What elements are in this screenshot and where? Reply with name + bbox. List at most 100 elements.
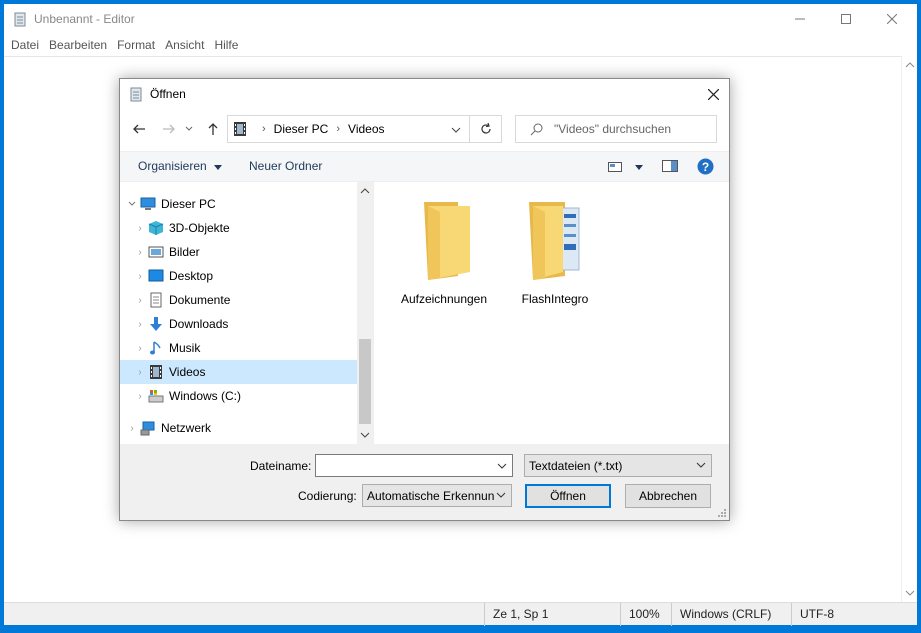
scroll-up-icon[interactable] [357, 184, 373, 198]
tree-item-3d-objects[interactable]: › 3D-Objekte [120, 216, 357, 240]
chevron-down-icon [185, 126, 193, 131]
encoding-value: Automatische Erkennun [367, 488, 495, 503]
encoding-select[interactable]: Automatische Erkennun [362, 484, 512, 507]
tree-item-this-pc[interactable]: Dieser PC [120, 192, 357, 216]
breadcrumb-separator: › [336, 123, 341, 135]
scroll-thumb[interactable] [359, 339, 371, 424]
pc-icon [140, 197, 156, 210]
navigation-pane-scrollbar[interactable] [357, 182, 373, 444]
chevron-right-icon[interactable]: › [132, 247, 148, 258]
chevron-right-icon[interactable]: › [132, 223, 148, 234]
tree-item-label: Dieser PC [161, 197, 216, 211]
dialog-title: Öffnen [150, 87, 186, 101]
chevron-right-icon[interactable]: › [132, 271, 148, 282]
search-box[interactable]: "Videos" durchsuchen [515, 115, 717, 143]
up-button[interactable] [202, 118, 224, 140]
file-item-flashintegro[interactable]: FlashIntegro [505, 198, 605, 306]
tree-item-label: Downloads [169, 317, 229, 331]
notepad-icon [130, 87, 142, 102]
tree-item-label: Musik [169, 341, 201, 355]
chevron-right-icon[interactable]: › [132, 343, 148, 354]
arrow-left-icon [133, 124, 145, 134]
tree-item-videos[interactable]: › Videos [120, 360, 357, 384]
dialog-bottom-panel: Dateiname: Textdateien (*.txt) Codierung… [120, 444, 729, 520]
tree-item-label: Desktop [169, 269, 214, 283]
folder-icon [529, 202, 580, 280]
tree-item-label: Netzwerk [161, 421, 212, 435]
forward-button[interactable] [158, 118, 180, 140]
dialog-toolbar: Organisieren Neuer Ordner ? [120, 151, 729, 182]
tree-item-windows-c[interactable]: › Windows (C:) [120, 384, 357, 408]
resize-grip-icon[interactable] [717, 508, 727, 518]
navigation-pane: Dieser PC › 3D-Objekte › Bilder › Deskto… [120, 182, 373, 444]
menu-file[interactable]: Datei [6, 38, 44, 52]
scroll-down-icon[interactable] [357, 428, 373, 442]
status-line-ending: Windows (CRLF) [671, 603, 791, 626]
tree-item-label: 3D-Objekte [169, 221, 230, 235]
view-options-button[interactable] [608, 161, 644, 175]
preview-pane-icon [662, 160, 678, 172]
recent-locations-button[interactable] [182, 118, 196, 140]
organize-button[interactable]: Organisieren [138, 159, 223, 173]
network-icon [140, 421, 155, 436]
tree-item-network[interactable]: › Netzwerk [120, 416, 357, 440]
filetype-select[interactable]: Textdateien (*.txt) [524, 454, 712, 477]
help-icon: ? [697, 158, 714, 175]
preview-pane-button[interactable] [662, 160, 678, 175]
breadcrumb-videos[interactable]: Videos [348, 122, 384, 136]
minimize-button[interactable] [777, 4, 823, 34]
arrow-right-icon [163, 124, 175, 134]
dropdown-arrow-icon [635, 165, 644, 170]
open-dialog: Öffnen › Dieser PC › Videos "Videos" dur… [119, 78, 730, 521]
scroll-down-icon[interactable] [902, 586, 918, 600]
status-zoom: 100% [620, 603, 670, 626]
maximize-button[interactable] [823, 4, 869, 34]
menu-format[interactable]: Format [112, 38, 160, 52]
refresh-icon [480, 123, 491, 134]
filename-input[interactable] [315, 454, 513, 477]
cancel-button[interactable]: Abbrechen [625, 484, 711, 508]
tree-item-label: Bilder [169, 245, 200, 259]
navigation-row: › Dieser PC › Videos "Videos" durchsuche… [120, 114, 729, 144]
tree-item-desktop[interactable]: › Desktop [120, 264, 357, 288]
filename-label: Dateiname: [250, 459, 312, 473]
encoding-label: Codierung: [298, 489, 357, 503]
organize-label: Organisieren [138, 159, 207, 173]
vertical-scrollbar[interactable] [901, 56, 917, 602]
documents-icon [150, 292, 162, 308]
chevron-down-icon [696, 462, 706, 468]
chevron-right-icon[interactable]: › [132, 319, 148, 330]
view-icon [608, 162, 622, 172]
tree-item-pictures[interactable]: › Bilder [120, 240, 357, 264]
menu-help[interactable]: Hilfe [209, 38, 243, 52]
chevron-right-icon[interactable]: › [124, 423, 140, 434]
chevron-down-icon[interactable] [451, 127, 461, 133]
scroll-up-icon[interactable] [902, 58, 918, 72]
tree-item-documents[interactable]: › Dokumente [120, 288, 357, 312]
close-button[interactable] [869, 4, 915, 34]
file-item-aufzeichnungen[interactable]: Aufzeichnungen [394, 198, 494, 306]
chevron-right-icon[interactable]: › [132, 295, 148, 306]
cube-icon [148, 221, 164, 235]
chevron-right-icon[interactable]: › [132, 391, 148, 402]
tree-item-music[interactable]: › Musik [120, 336, 357, 360]
refresh-button[interactable] [470, 115, 502, 143]
menu-bar: Datei Bearbeiten Format Ansicht Hilfe [4, 34, 917, 56]
help-button[interactable]: ? [697, 158, 714, 178]
menu-edit[interactable]: Bearbeiten [44, 38, 112, 52]
new-folder-button[interactable]: Neuer Ordner [249, 159, 322, 173]
open-button[interactable]: Öffnen [525, 484, 611, 508]
chevron-down-icon[interactable] [124, 199, 140, 210]
chevron-down-icon[interactable] [497, 463, 507, 469]
tree-item-downloads[interactable]: › Downloads [120, 312, 357, 336]
back-button[interactable] [128, 118, 150, 140]
breadcrumb-this-pc[interactable]: Dieser PC [274, 122, 329, 136]
music-icon [150, 341, 161, 355]
menu-view[interactable]: Ansicht [160, 38, 209, 52]
file-name: FlashIntegro [521, 292, 589, 306]
chevron-right-icon[interactable]: › [132, 367, 148, 378]
dialog-close-button[interactable] [703, 84, 723, 104]
address-bar[interactable]: › Dieser PC › Videos [227, 115, 470, 143]
status-encoding: UTF-8 [791, 603, 901, 626]
search-placeholder: "Videos" durchsuchen [554, 122, 672, 136]
